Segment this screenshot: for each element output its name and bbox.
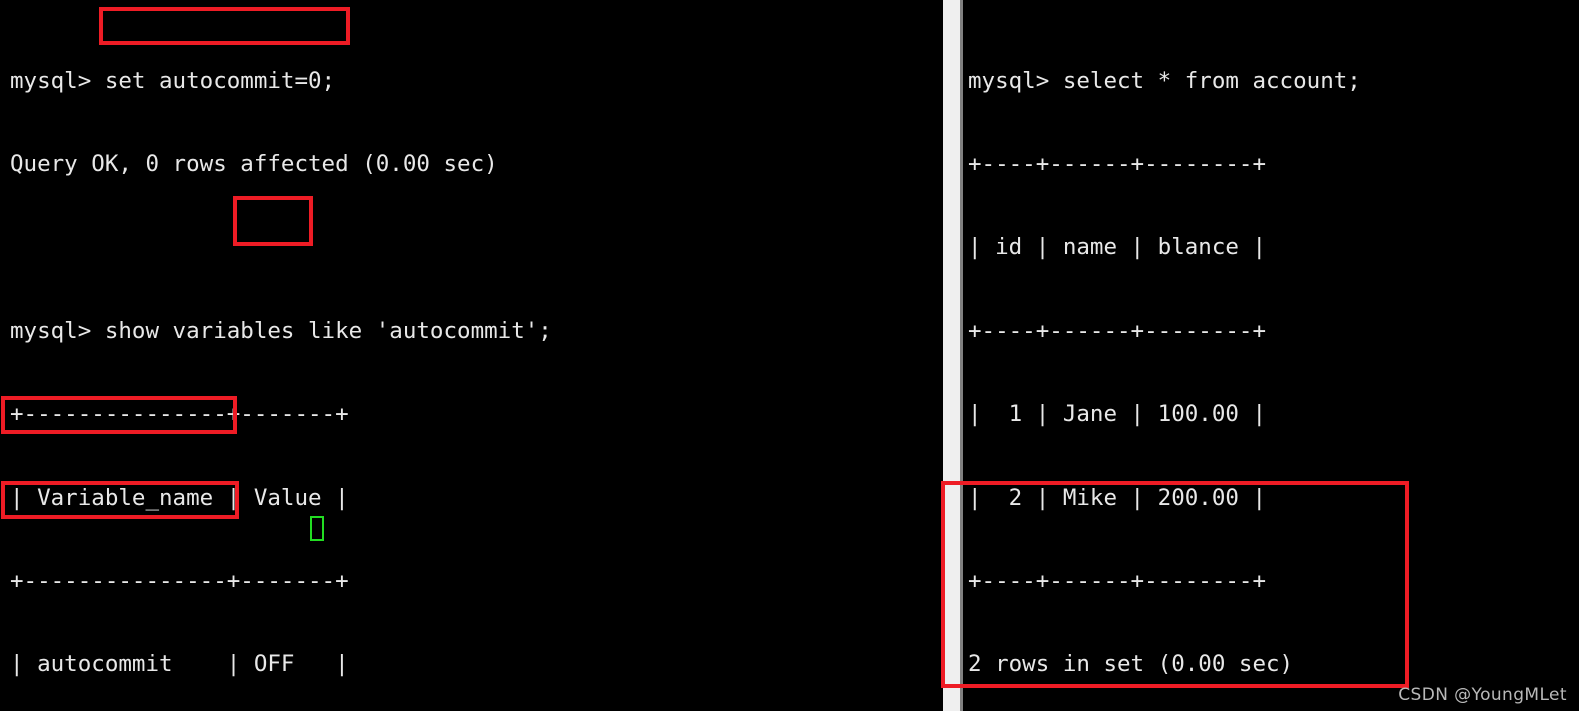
screenshot-root: mysql> set autocommit=0; Query OK, 0 row… <box>0 0 1579 711</box>
terminal-line: Query OK, 0 rows affected (0.00 sec) <box>10 150 498 177</box>
left-terminal-output: mysql> set autocommit=0; Query OK, 0 row… <box>10 12 552 711</box>
right-terminal-panel[interactable]: mysql> select * from account; +----+----… <box>963 0 1579 711</box>
terminal-line: | autocommit | OFF | <box>10 651 349 678</box>
terminal-line: +---------------+-------+ <box>10 401 349 428</box>
terminal-line: mysql> set autocommit=0; <box>10 67 336 94</box>
terminal-line: | 2 | Mike | 200.00 | <box>968 484 1267 511</box>
terminal-cursor <box>310 516 324 541</box>
watermark-text: CSDN @YoungMLet <box>1398 685 1567 705</box>
left-terminal-panel[interactable]: mysql> set autocommit=0; Query OK, 0 row… <box>0 0 943 711</box>
terminal-line: | 1 | Jane | 100.00 | <box>968 401 1267 428</box>
terminal-line: mysql> select * from account; <box>968 67 1361 94</box>
terminal-line: 2 rows in set (0.00 sec) <box>968 651 1294 678</box>
terminal-line: | Variable_name | Value | <box>10 484 349 511</box>
terminal-line: mysql> show variables like 'autocommit'; <box>10 317 552 344</box>
terminal-line: +----+------+--------+ <box>968 567 1267 594</box>
panel-divider-gap <box>943 0 960 711</box>
right-terminal-output: mysql> select * from account; +----+----… <box>968 12 1361 711</box>
terminal-line: | id | name | blance | <box>968 234 1267 261</box>
terminal-line: +---------------+-------+ <box>10 567 349 594</box>
terminal-line: +----+------+--------+ <box>968 150 1267 177</box>
terminal-line: +----+------+--------+ <box>968 317 1267 344</box>
